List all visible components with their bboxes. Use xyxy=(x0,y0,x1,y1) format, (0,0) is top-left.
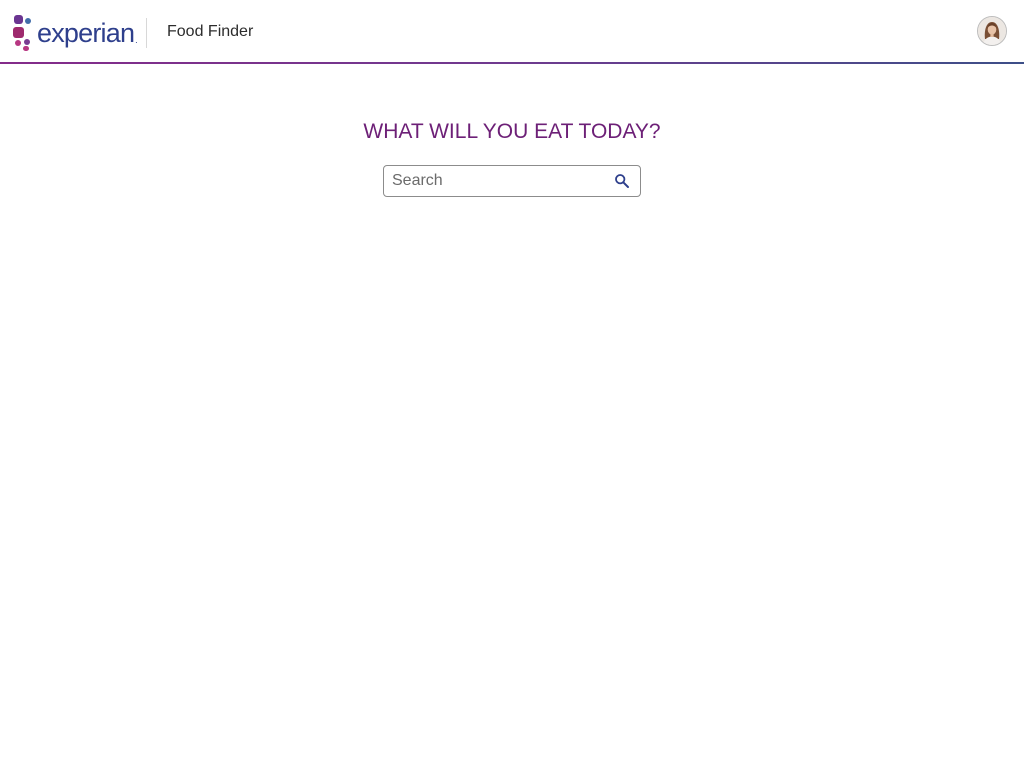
experian-logo[interactable]: experian . xyxy=(12,12,138,52)
search-box[interactable] xyxy=(383,165,641,197)
logo-wordmark: experian xyxy=(37,18,135,48)
app-header: experian . Food Finder xyxy=(0,0,1024,62)
page-heading: WHAT WILL YOU EAT TODAY? xyxy=(363,120,661,143)
header-gradient-rule xyxy=(0,62,1024,64)
app-title: Food Finder xyxy=(167,23,254,40)
search-input[interactable] xyxy=(392,166,608,196)
search-icon[interactable] xyxy=(614,173,630,189)
logo-wordmark-dot: . xyxy=(135,35,138,45)
user-avatar-icon xyxy=(978,17,1006,45)
user-avatar[interactable] xyxy=(977,16,1007,46)
header-divider xyxy=(146,18,147,48)
logo-mark-icon xyxy=(12,13,38,51)
